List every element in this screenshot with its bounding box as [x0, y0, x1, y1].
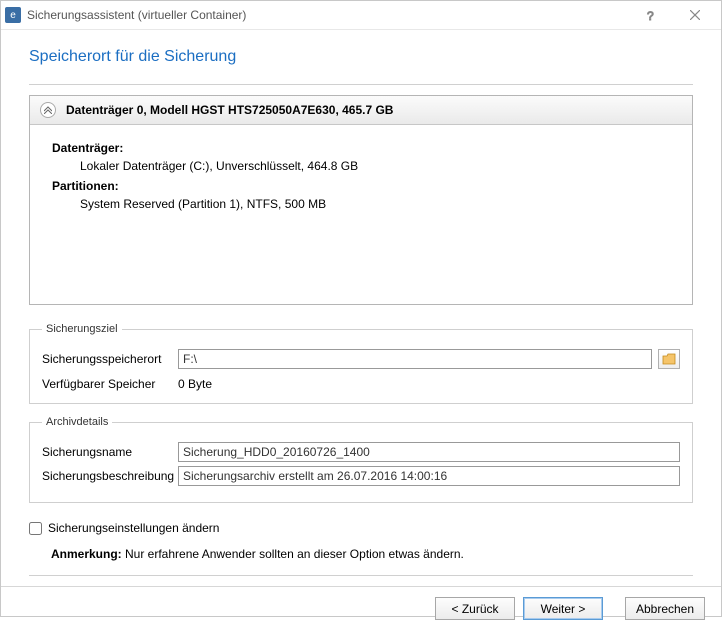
free-label: Verfügbarer Speicher [42, 377, 178, 391]
change-settings-label: Sicherungseinstellungen ändern [48, 521, 219, 535]
partitionen-value: System Reserved (Partition 1), NTFS, 500… [80, 197, 678, 211]
collapse-icon[interactable] [40, 102, 56, 118]
location-input[interactable] [178, 349, 652, 369]
window-title: Sicherungsassistent (virtueller Containe… [27, 8, 629, 22]
disk-header[interactable]: Datenträger 0, Modell HGST HTS725050A7E6… [30, 96, 692, 125]
footer-divider [29, 575, 693, 576]
note-bold: Anmerkung: [51, 547, 122, 561]
note: Anmerkung: Nur erfahrene Anwender sollte… [51, 547, 693, 561]
page-title: Speicherort für die Sicherung [29, 48, 693, 66]
close-button[interactable] [673, 1, 717, 29]
wizard-window: e Sicherungsassistent (virtueller Contai… [0, 0, 722, 617]
note-text: Nur erfahrene Anwender sollten an dieser… [122, 547, 464, 561]
target-fieldset: Sicherungsziel Sicherungsspeicherort Ver… [29, 323, 693, 404]
disk-body: Datenträger: Lokaler Datenträger (C:), U… [30, 125, 692, 233]
footer: < Zurück Weiter > Abbrechen [1, 586, 721, 630]
archive-fieldset: Archivdetails Sicherungsname Sicherungsb… [29, 416, 693, 503]
app-icon: e [5, 7, 21, 23]
archive-desc-label: Sicherungsbeschreibung [42, 469, 178, 483]
change-settings-row: Sicherungseinstellungen ändern [29, 521, 693, 535]
free-value: 0 Byte [178, 377, 212, 391]
datentraeger-value: Lokaler Datenträger (C:), Unverschlüssel… [80, 159, 678, 173]
disk-header-text: Datenträger 0, Modell HGST HTS725050A7E6… [66, 103, 393, 117]
divider [29, 84, 693, 85]
svg-text:?: ? [647, 9, 654, 21]
disk-panel: Datenträger 0, Modell HGST HTS725050A7E6… [29, 95, 693, 305]
content-area: Speicherort für die Sicherung Datenträge… [1, 30, 721, 586]
partitionen-label: Partitionen: [52, 179, 678, 193]
archive-desc-input[interactable] [178, 466, 680, 486]
browse-button[interactable] [658, 349, 680, 369]
change-settings-checkbox[interactable] [29, 522, 42, 535]
folder-icon [662, 353, 676, 365]
archive-legend: Archivdetails [42, 416, 112, 428]
archive-name-input[interactable] [178, 442, 680, 462]
titlebar: e Sicherungsassistent (virtueller Contai… [1, 1, 721, 30]
archive-name-label: Sicherungsname [42, 445, 178, 459]
datentraeger-label: Datenträger: [52, 141, 678, 155]
target-legend: Sicherungsziel [42, 323, 122, 335]
help-button[interactable]: ? [629, 1, 673, 29]
location-label: Sicherungsspeicherort [42, 352, 178, 366]
